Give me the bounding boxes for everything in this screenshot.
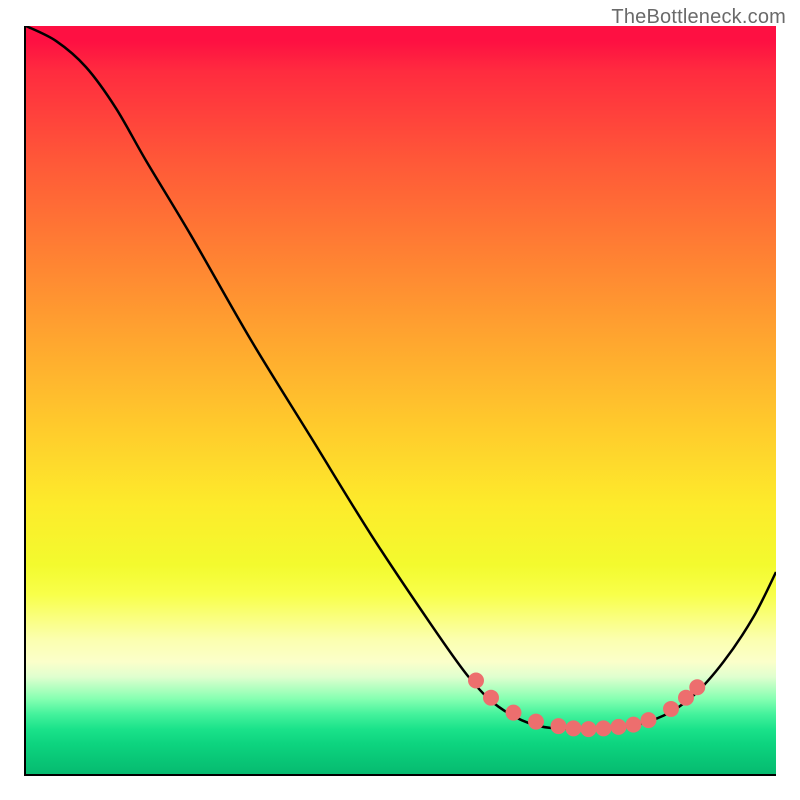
optimal-marker	[689, 679, 705, 695]
optimal-marker	[626, 717, 642, 733]
optimal-marker	[506, 705, 522, 721]
optimal-marker	[483, 690, 499, 706]
optimal-marker	[663, 701, 679, 717]
optimal-marker	[528, 714, 544, 730]
optimal-marker	[566, 720, 582, 736]
optimal-marker	[641, 712, 657, 728]
chart-plot-area	[24, 26, 776, 776]
optimal-marker	[611, 719, 627, 735]
optimal-marker	[596, 720, 612, 736]
optimal-marker	[581, 721, 597, 737]
optimal-marker	[468, 673, 484, 689]
optimal-marker	[551, 718, 567, 734]
optimal-range-markers	[26, 26, 776, 774]
